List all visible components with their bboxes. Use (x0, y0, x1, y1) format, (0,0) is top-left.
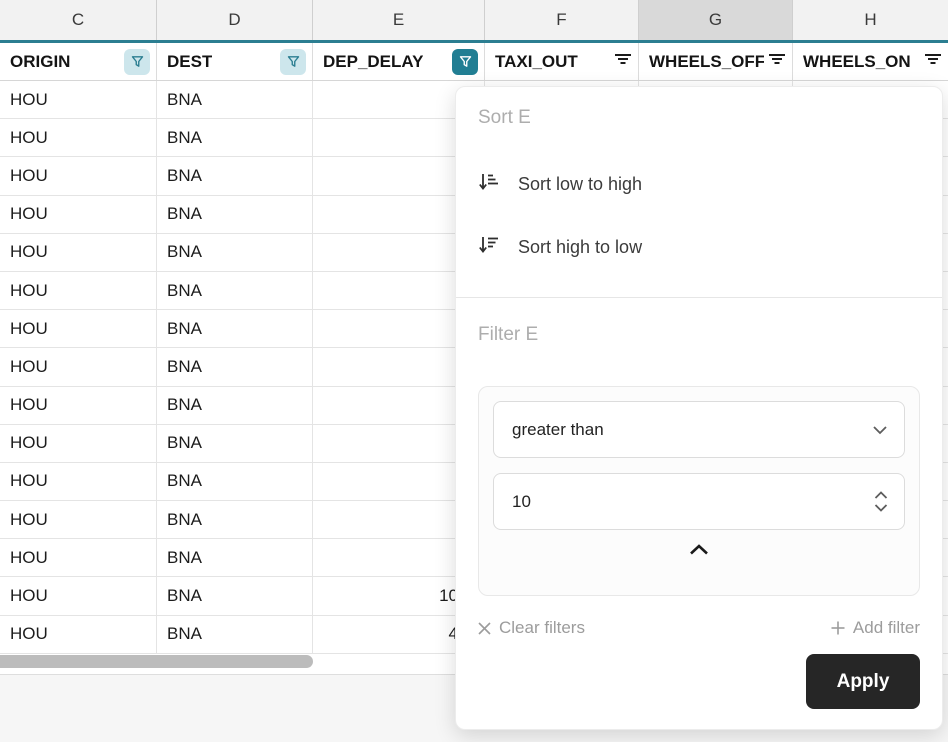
cell-dest[interactable]: BNA (157, 348, 313, 385)
filter-section-title: Filter E (478, 324, 920, 346)
collapse-filter-button[interactable] (493, 544, 905, 556)
cell-origin[interactable]: HOU (0, 616, 157, 653)
stepper-down-icon (874, 503, 888, 512)
field-header-row: ORIGIN DEST DEP_DELAY TAXI_OUT WHEELS_OF… (0, 43, 948, 81)
cell-dest[interactable]: BNA (157, 616, 313, 653)
popup-footer: Clear filters Add filter (478, 618, 920, 638)
column-letter-e[interactable]: E (313, 0, 485, 40)
sort-descending-icon (478, 234, 500, 261)
spreadsheet-app: C D E F G H ORIGIN DEST DEP_DELAY TAXI_ (0, 0, 948, 742)
cell-origin[interactable]: HOU (0, 348, 157, 385)
cell-dest[interactable]: BNA (157, 387, 313, 424)
clear-filters-label: Clear filters (499, 618, 585, 638)
cell-dest[interactable]: BNA (157, 157, 313, 194)
filter-lines-icon[interactable] (924, 52, 942, 71)
clear-x-icon (478, 622, 491, 635)
chevron-up-icon (688, 544, 710, 556)
cell-dest[interactable]: BNA (157, 272, 313, 309)
header-label: WHEELS_OFF (649, 52, 764, 72)
cell-dest[interactable]: BNA (157, 119, 313, 156)
column-letter-h[interactable]: H (793, 0, 948, 40)
header-label: TAXI_OUT (495, 52, 578, 72)
sort-option-label: Sort low to high (518, 174, 642, 195)
sort-option-label: Sort high to low (518, 237, 642, 258)
cell-origin[interactable]: HOU (0, 157, 157, 194)
header-label: DEP_DELAY (323, 52, 423, 72)
cell-origin[interactable]: HOU (0, 463, 157, 500)
cell-origin[interactable]: HOU (0, 501, 157, 538)
cell-origin[interactable]: HOU (0, 272, 157, 309)
cell-dest[interactable]: BNA (157, 425, 313, 462)
header-wheels-on[interactable]: WHEELS_ON (793, 43, 948, 80)
cell-origin[interactable]: HOU (0, 539, 157, 576)
number-stepper[interactable] (874, 491, 888, 512)
column-letters-row: C D E F G H (0, 0, 948, 40)
header-label: WHEELS_ON (803, 52, 911, 72)
column-letter-g-selected[interactable]: G (639, 0, 793, 40)
cell-dest[interactable]: BNA (157, 196, 313, 233)
cell-origin[interactable]: HOU (0, 81, 157, 118)
filter-condition-value: greater than (512, 420, 604, 440)
sort-section-title: Sort E (478, 107, 920, 129)
filter-funnel-active-icon[interactable] (452, 49, 478, 75)
cell-dest[interactable]: BNA (157, 81, 313, 118)
cell-origin[interactable]: HOU (0, 387, 157, 424)
chevron-down-icon (872, 425, 888, 435)
filter-funnel-icon[interactable] (280, 49, 306, 75)
column-letter-c[interactable]: C (0, 0, 157, 40)
apply-button[interactable]: Apply (806, 654, 920, 709)
header-dep-delay[interactable]: DEP_DELAY (313, 43, 485, 80)
column-letter-d[interactable]: D (157, 0, 313, 40)
filter-value: 10 (512, 492, 531, 512)
sort-ascending-icon (478, 171, 500, 198)
stepper-up-icon (874, 491, 888, 500)
filter-condition-select[interactable]: greater than (493, 401, 905, 458)
apply-row: Apply (478, 654, 920, 709)
clear-filters-button[interactable]: Clear filters (478, 618, 585, 638)
cell-dest[interactable]: BNA (157, 501, 313, 538)
popup-divider (456, 297, 942, 298)
header-label: DEST (167, 52, 212, 72)
cell-origin[interactable]: HOU (0, 310, 157, 347)
sort-low-to-high-option[interactable]: Sort low to high (478, 171, 920, 198)
header-label: ORIGIN (10, 52, 70, 72)
header-origin[interactable]: ORIGIN (0, 43, 157, 80)
header-wheels-off[interactable]: WHEELS_OFF (639, 43, 793, 80)
filter-lines-icon[interactable] (614, 52, 632, 71)
cell-dest[interactable]: BNA (157, 234, 313, 271)
sort-high-to-low-option[interactable]: Sort high to low (478, 234, 920, 261)
horizontal-scrollbar-thumb[interactable] (0, 655, 313, 668)
header-dest[interactable]: DEST (157, 43, 313, 80)
sort-filter-popup: Sort E Sort low to high Sort high to low… (455, 86, 943, 730)
cell-dest[interactable]: BNA (157, 310, 313, 347)
add-filter-button[interactable]: Add filter (831, 618, 920, 638)
cell-origin[interactable]: HOU (0, 119, 157, 156)
cell-dest[interactable]: BNA (157, 577, 313, 614)
header-taxi-out[interactable]: TAXI_OUT (485, 43, 639, 80)
filter-lines-icon[interactable] (768, 52, 786, 71)
add-filter-label: Add filter (853, 618, 920, 638)
cell-origin[interactable]: HOU (0, 234, 157, 271)
add-plus-icon (831, 621, 845, 635)
column-letter-f[interactable]: F (485, 0, 639, 40)
filter-funnel-icon[interactable] (124, 49, 150, 75)
cell-origin[interactable]: HOU (0, 425, 157, 462)
cell-origin[interactable]: HOU (0, 196, 157, 233)
cell-dest[interactable]: BNA (157, 463, 313, 500)
cell-origin[interactable]: HOU (0, 577, 157, 614)
filter-value-input[interactable]: 10 (493, 473, 905, 530)
cell-dest[interactable]: BNA (157, 539, 313, 576)
filter-rule-card: greater than 10 (478, 386, 920, 596)
